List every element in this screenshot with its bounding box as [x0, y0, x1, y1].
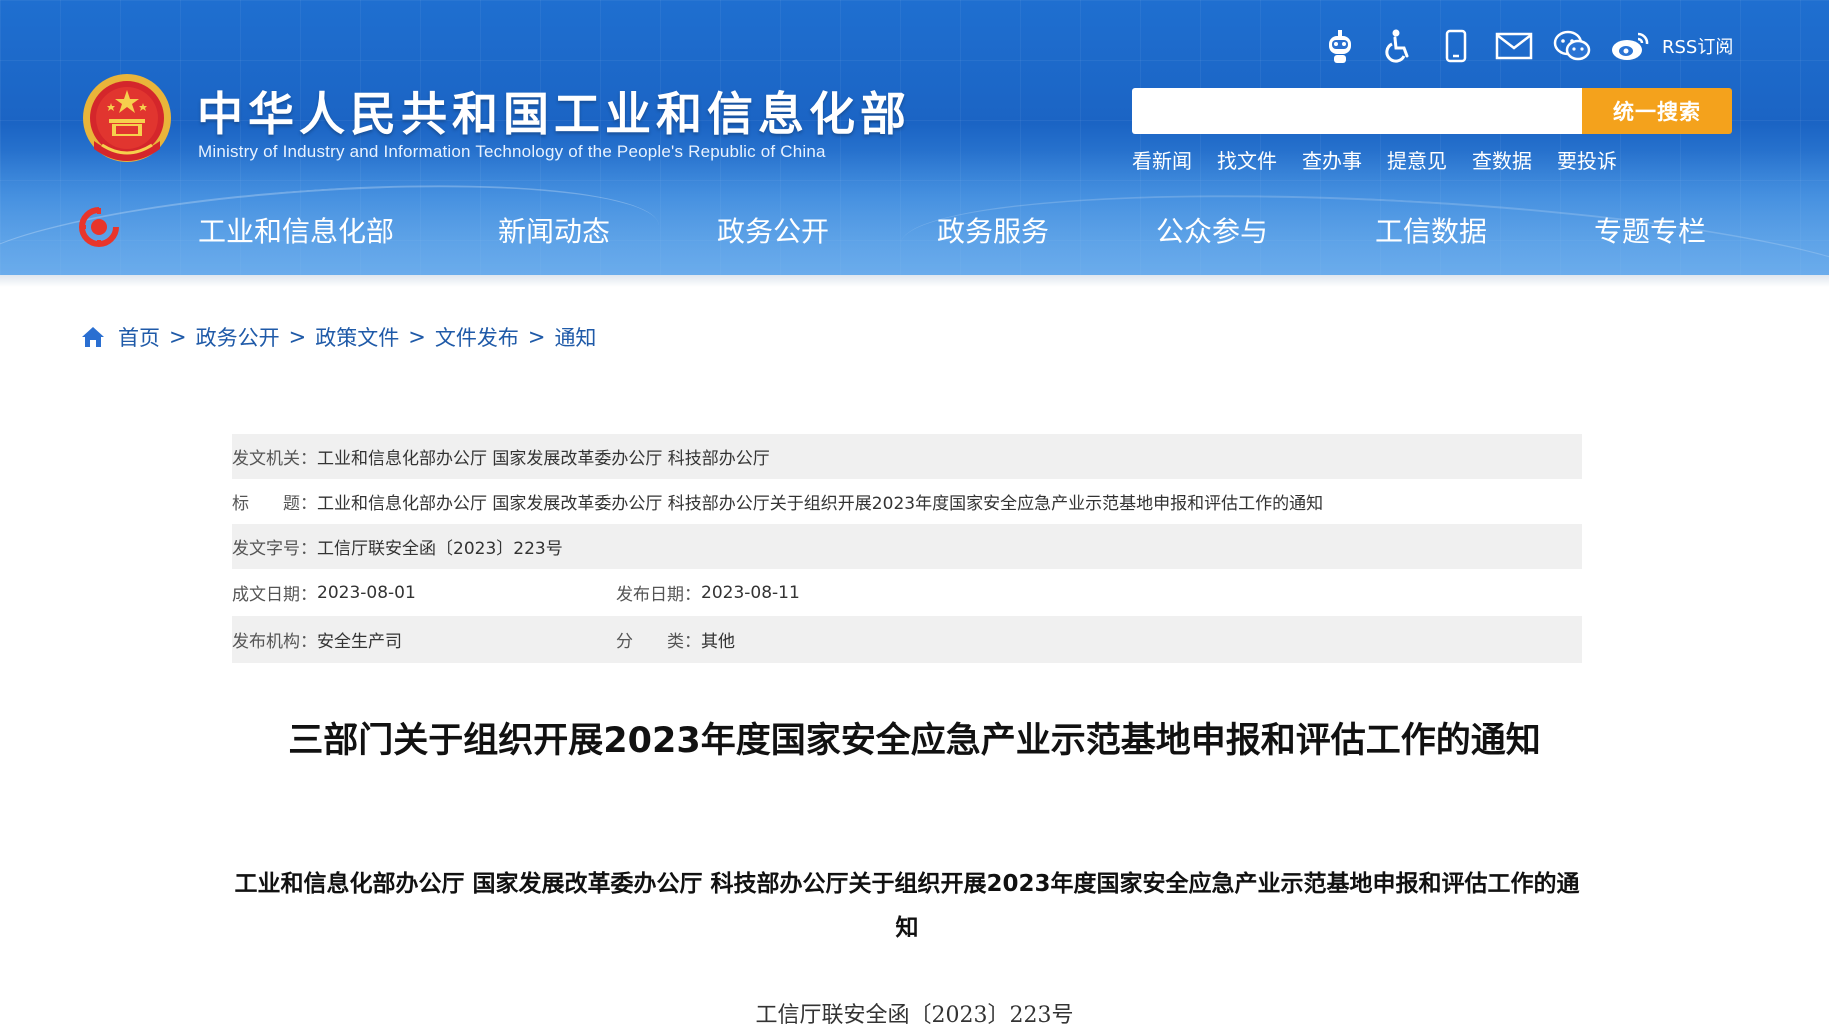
accessibility-icon[interactable] — [1378, 26, 1418, 66]
quick-link-services[interactable]: 查办事 — [1302, 145, 1362, 174]
published-date-value: 2023-08-11 — [701, 582, 800, 603]
category-value: 其他 — [701, 632, 735, 652]
robot-assistant-icon[interactable] — [1320, 26, 1360, 66]
breadcrumb-separator: > — [169, 325, 187, 349]
breadcrumb-notice[interactable]: 通知 — [554, 322, 596, 352]
nav-item-gov-services[interactable]: 政务服务 — [937, 210, 1049, 250]
nav-item-special-topics[interactable]: 专题专栏 — [1594, 210, 1706, 250]
breadcrumb-separator: > — [527, 325, 546, 349]
quick-link-news[interactable]: 看新闻 — [1132, 145, 1192, 174]
unified-search-button[interactable]: 统一搜索 — [1582, 88, 1732, 134]
national-emblem-icon[interactable] — [80, 73, 174, 171]
quick-link-feedback[interactable]: 提意见 — [1387, 145, 1447, 174]
issuer-label: 发文机关： — [232, 449, 317, 469]
issuer-value: 工业和信息化部办公厅 国家发展改革委办公厅 科技部办公厅 — [317, 449, 770, 469]
quick-links: 看新闻 找文件 查办事 提意见 查数据 要投诉 — [1132, 145, 1642, 174]
published-date-label: 发布日期： — [616, 585, 701, 605]
created-date-label: 成文日期： — [232, 585, 317, 605]
site-subtitle: Ministry of Industry and Information Tec… — [198, 142, 826, 161]
breadcrumb-document-release[interactable]: 文件发布 — [435, 322, 519, 352]
meta-row-org-category: 发布机构： 安全生产司 分 类： 其他 — [232, 616, 1582, 663]
doc-number-value: 工信厅联安全函〔2023〕223号 — [317, 539, 563, 559]
nav-item-gov-affairs-open[interactable]: 政务公开 — [717, 210, 829, 250]
article-title: 三部门关于组织开展2023年度国家安全应急产业示范基地申报和评估工作的通知 — [288, 721, 1541, 761]
meta-row-issuer: 发文机关： 工业和信息化部办公厅 国家发展改革委办公厅 科技部办公厅 — [232, 434, 1582, 479]
rss-subscribe-link[interactable]: RSS订阅 — [1662, 33, 1733, 59]
org-label: 发布机构： — [232, 632, 317, 652]
quick-link-documents[interactable]: 找文件 — [1217, 145, 1277, 174]
article-doc-number: 工信厅联安全函〔2023〕223号 — [755, 1003, 1074, 1028]
site-title: 中华人民共和国工业和信息化部 — [197, 87, 911, 141]
doc-number-label: 发文字号： — [232, 539, 317, 559]
breadcrumb-home[interactable]: 首页 — [118, 322, 160, 352]
nav-item-news[interactable]: 新闻动态 — [498, 210, 610, 250]
main-nav: 工业和信息化部 新闻动态 政务公开 政务服务 公众参与 工信数据 专题专栏 — [0, 196, 1829, 258]
title-label: 标 题： — [232, 494, 317, 514]
header-shadow — [0, 275, 1829, 287]
title-value: 工业和信息化部办公厅 国家发展改革委办公厅 科技部办公厅关于组织开展2023年度… — [317, 494, 1324, 514]
miit-logo-icon[interactable] — [78, 206, 120, 248]
article-subtitle: 工业和信息化部办公厅 国家发展改革委办公厅 科技部办公厅关于组织开展2023年度… — [234, 871, 1580, 941]
weibo-icon[interactable] — [1610, 26, 1650, 66]
org-value: 安全生产司 — [317, 632, 402, 652]
breadcrumb-separator: > — [288, 325, 307, 349]
mobile-icon[interactable] — [1436, 26, 1476, 66]
quick-link-data[interactable]: 查数据 — [1472, 145, 1532, 174]
site-header: 中华人民共和国工业和信息化部 Ministry of Industry and … — [0, 0, 1829, 275]
quick-link-complaint[interactable]: 要投诉 — [1557, 145, 1617, 174]
nav-item-ministry[interactable]: 工业和信息化部 — [198, 210, 394, 250]
home-icon[interactable] — [80, 324, 106, 350]
meta-row-title: 标 题： 工业和信息化部办公厅 国家发展改革委办公厅 科技部办公厅关于组织开展2… — [232, 479, 1582, 524]
breadcrumb: 首页 > 政务公开 > 政策文件 > 文件发布 > 通知 — [80, 322, 596, 352]
mail-icon[interactable] — [1494, 26, 1534, 66]
meta-row-dates: 成文日期： 2023-08-01 发布日期： 2023-08-11 — [232, 569, 1582, 616]
search-input[interactable] — [1132, 88, 1582, 134]
breadcrumb-gov-affairs-open[interactable]: 政务公开 — [196, 322, 280, 352]
utility-icon-bar: RSS订阅 — [1320, 24, 1733, 68]
nav-item-data[interactable]: 工信数据 — [1375, 210, 1487, 250]
meta-row-doc-number: 发文字号： 工信厅联安全函〔2023〕223号 — [232, 524, 1582, 569]
created-date-value: 2023-08-01 — [317, 582, 416, 603]
nav-item-public-participation[interactable]: 公众参与 — [1156, 210, 1268, 250]
wechat-icon[interactable] — [1552, 26, 1592, 66]
breadcrumb-separator: > — [408, 325, 426, 349]
category-label: 分 类： — [616, 632, 701, 652]
breadcrumb-policy-documents[interactable]: 政策文件 — [315, 322, 399, 352]
document-metadata-table: 发文机关： 工业和信息化部办公厅 国家发展改革委办公厅 科技部办公厅 标 题： … — [232, 434, 1582, 663]
